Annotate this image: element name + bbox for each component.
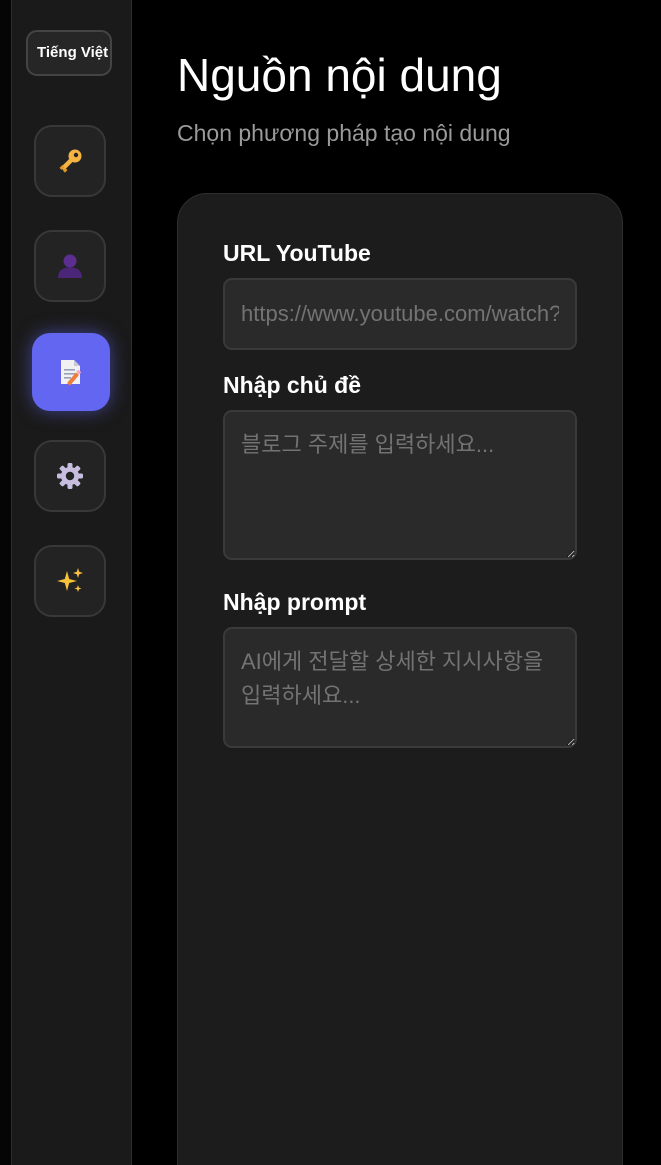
nav-profile-button[interactable] [34, 230, 106, 302]
topic-label: Nhập chủ đề [223, 372, 362, 398]
key-icon [55, 146, 85, 176]
prompt-label: Nhập prompt [223, 589, 367, 615]
nav-settings-button[interactable] [34, 440, 106, 512]
document-icon [56, 357, 86, 387]
gear-icon [55, 461, 85, 491]
language-selector-button[interactable]: Tiếng Việt [26, 30, 112, 76]
page-subtitle: Chọn phương pháp tạo nội dung [177, 120, 511, 146]
page-title: Nguồn nội dung [177, 49, 502, 101]
nav-generate-button[interactable] [34, 545, 106, 617]
youtube-url-input[interactable] [223, 278, 577, 350]
youtube-url-label: URL YouTube [223, 240, 371, 266]
window-edge [0, 0, 12, 1165]
nav-api-key-button[interactable] [34, 125, 106, 197]
nav-content-source-button[interactable] [32, 333, 110, 411]
topic-textarea[interactable] [223, 410, 577, 560]
user-icon [55, 251, 85, 281]
main-content: Nguồn nội dung Chọn phương pháp tạo nội … [132, 0, 661, 1165]
sidebar: Tiếng Việt [12, 0, 132, 1165]
app-window: Tiếng Việt Nguồn nội dung Chọn phương ph… [0, 0, 661, 1165]
sparkles-icon [55, 566, 85, 596]
prompt-textarea[interactable] [223, 627, 577, 748]
content-source-card: URL YouTube Nhập chủ đề Nhập prompt [177, 193, 623, 1165]
